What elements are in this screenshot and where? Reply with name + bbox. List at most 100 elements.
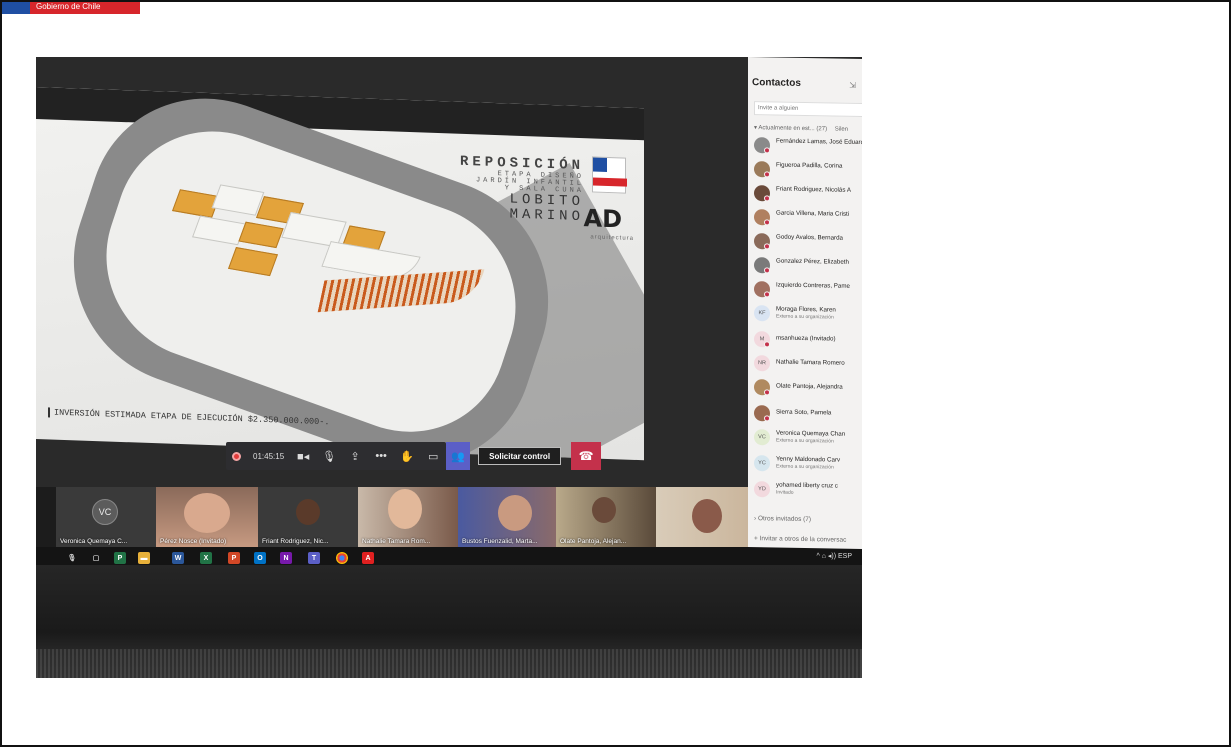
contact-item[interactable]: YD yohamed liberty cruz c Invitado [754, 479, 862, 501]
status-busy-icon [764, 291, 770, 298]
outlook-icon[interactable]: O [254, 552, 266, 564]
contact-item[interactable]: Friant Rodriguez, Nicolás A [754, 183, 862, 205]
pop-out-icon[interactable]: ⇲ [849, 81, 856, 90]
section-current-label: Actualmente en est... (27) [758, 125, 828, 133]
more-options-icon[interactable]: ••• [374, 449, 388, 463]
participant-face [184, 493, 230, 533]
roof-panel [227, 247, 279, 277]
status-busy-icon [764, 243, 770, 250]
contact-name: Yenny Maldonado Carv [776, 455, 841, 464]
contact-item[interactable]: Garcia Villena, Maria Cristi [754, 207, 862, 229]
slide-title-block: REPOSICIÓN ETAPA DISEÑO JARDÍN INFANTIL … [460, 154, 584, 225]
raise-hand-icon[interactable]: ✋ [400, 449, 414, 463]
participant-name: Friant Rodriguez, Nic... [262, 538, 329, 545]
participants-icon[interactable]: 👥 [446, 442, 471, 470]
section-others-header[interactable]: › Otros invitados (7) [754, 515, 811, 523]
contact-item[interactable]: Fernández Lamas, José Eduardo [754, 135, 862, 157]
share-screen-icon[interactable]: ⇪ [348, 449, 362, 463]
contact-name: Gonzalez Pérez, Elizabeth [776, 257, 849, 266]
microphone-icon[interactable]: 🎙 [322, 449, 336, 463]
section-others-label: Otros invitados (7) [757, 515, 812, 524]
shared-slide: REPOSICIÓN ETAPA DISEÑO JARDÍN INFANTIL … [36, 87, 644, 461]
participant-tile[interactable]: Bustos Fuenzalid, Marta... [458, 487, 556, 549]
contact-name: Friant Rodriguez, Nicolás A [776, 185, 851, 194]
status-busy-icon [764, 389, 770, 396]
contacts-title: Contactos [752, 77, 801, 89]
contact-item[interactable]: Olate Pantoja, Alejandra [754, 377, 862, 399]
project-icon[interactable]: P [114, 552, 126, 564]
contact-name: yohamed liberty cruz c [776, 481, 838, 490]
word-icon[interactable]: W [172, 552, 184, 564]
contact-item[interactable]: Godoy Avalos, Bernarda [754, 231, 862, 253]
contact-item[interactable]: NR Nathalie Tamara Romero [754, 353, 862, 375]
participant-tile[interactable]: Olate Pantoja, Alejan... [556, 487, 656, 549]
participant-face [692, 499, 722, 533]
call-controls-group: 01:45:15 ■◂ 🎙 ⇪ ••• ✋ ▭ [226, 442, 447, 470]
desk-surface [36, 649, 862, 678]
chrome-icon[interactable] [336, 552, 348, 564]
status-busy-icon [764, 415, 770, 422]
contact-item[interactable]: Figueroa Padilla, Corina [754, 159, 862, 181]
system-tray[interactable]: ^ ⌂ ◂)) ESP [816, 552, 852, 560]
task-view-icon[interactable]: ▢ [90, 552, 102, 564]
excel-icon[interactable]: X [200, 552, 212, 564]
status-busy-icon [764, 267, 770, 274]
gov-logo-blue [593, 157, 607, 172]
building-render [136, 170, 485, 332]
request-control-button[interactable]: Solicitar control [478, 447, 562, 465]
contacts-panel: Contactos ⇲ Invite a alguien ▾ Actualmen… [748, 57, 862, 549]
participant-tile[interactable]: VC Veronica Quemaya C... [56, 487, 156, 549]
contact-name: Garcia Villena, Maria Cristi [776, 209, 850, 218]
status-busy-icon [764, 147, 770, 154]
mute-all-link[interactable]: Silen [835, 127, 848, 133]
contact-item[interactable]: M msanhueza (Invitado) [754, 329, 862, 351]
acrobat-icon[interactable]: A [362, 552, 374, 564]
contact-name: Izquierdo Contreras, Pame [776, 281, 850, 290]
call-timer: 01:45:15 [253, 451, 285, 461]
onenote-icon[interactable]: N [280, 552, 292, 564]
microphone-taskbar-icon[interactable]: 🎙 [66, 552, 78, 564]
contact-subtitle: Externo a su organización [776, 437, 834, 445]
contact-item[interactable]: YC Yenny Maldonado Carv Externo a su org… [754, 453, 862, 475]
status-busy-icon [764, 219, 770, 226]
participant-face [592, 497, 616, 523]
contact-subtitle: Externo a su organización [776, 463, 834, 471]
building-facade [317, 269, 485, 313]
contact-item[interactable]: Izquierdo Contreras, Pame [754, 279, 862, 301]
participant-tile[interactable]: Friant Rodriguez, Nic... [258, 487, 358, 549]
contact-item[interactable]: KF Moraga Flores, Karen Externo a su org… [754, 303, 862, 325]
powerpoint-icon[interactable]: P [228, 552, 240, 564]
gobierno-slide-logo [592, 156, 627, 194]
chat-icon[interactable]: ▭ [426, 449, 440, 463]
invite-others-label: Invitar a otros de la conversac [759, 535, 847, 544]
invite-input[interactable]: Invite a alguien [754, 101, 862, 118]
file-explorer-icon[interactable]: ▬ [138, 552, 150, 564]
participant-face [296, 499, 320, 525]
logo-blue-block [2, 2, 30, 14]
participant-tile[interactable] [656, 487, 756, 549]
contact-item[interactable]: VC Veronica Quemaya Chan Externo a su or… [754, 427, 862, 449]
hang-up-button[interactable]: ☎ [571, 442, 602, 470]
gov-logo-red [593, 177, 627, 187]
contact-name: Nathalie Tamara Romero [776, 358, 845, 367]
teams-icon[interactable]: T [308, 552, 320, 564]
contact-item[interactable]: Gonzalez Pérez, Elizabeth [754, 255, 862, 277]
roof-panel [211, 184, 265, 216]
section-current-header[interactable]: ▾ Actualmente en est... (27) Silen [754, 124, 848, 133]
contact-name: Sierra Soto, Pamela [776, 408, 832, 417]
camera-icon[interactable]: ■◂ [296, 449, 310, 463]
contact-name: Veronica Quemaya Chan [776, 429, 846, 438]
contact-name: Figueroa Padilla, Corina [776, 161, 843, 170]
status-busy-icon [764, 171, 770, 178]
participant-name: Olate Pantoja, Alejan... [560, 538, 627, 545]
participant-tile[interactable]: Nathalie Tamara Rom... [358, 487, 458, 549]
contact-name: Fernández Lamas, José Eduardo [776, 137, 862, 147]
participant-tile[interactable]: Pérez Nosce (Invitado) [156, 487, 258, 549]
roof-panel [238, 221, 284, 249]
contact-item[interactable]: Sierra Soto, Pamela [754, 403, 862, 425]
status-busy-icon [764, 341, 770, 348]
invite-others-link[interactable]: + Invitar a otros de la conversac [754, 535, 846, 544]
contact-subtitle: Invitado [776, 489, 794, 496]
document-frame: Gobierno de Chile REPOSICIÓN ETAPA DISEÑ… [0, 0, 1231, 747]
status-busy-icon [764, 195, 770, 202]
